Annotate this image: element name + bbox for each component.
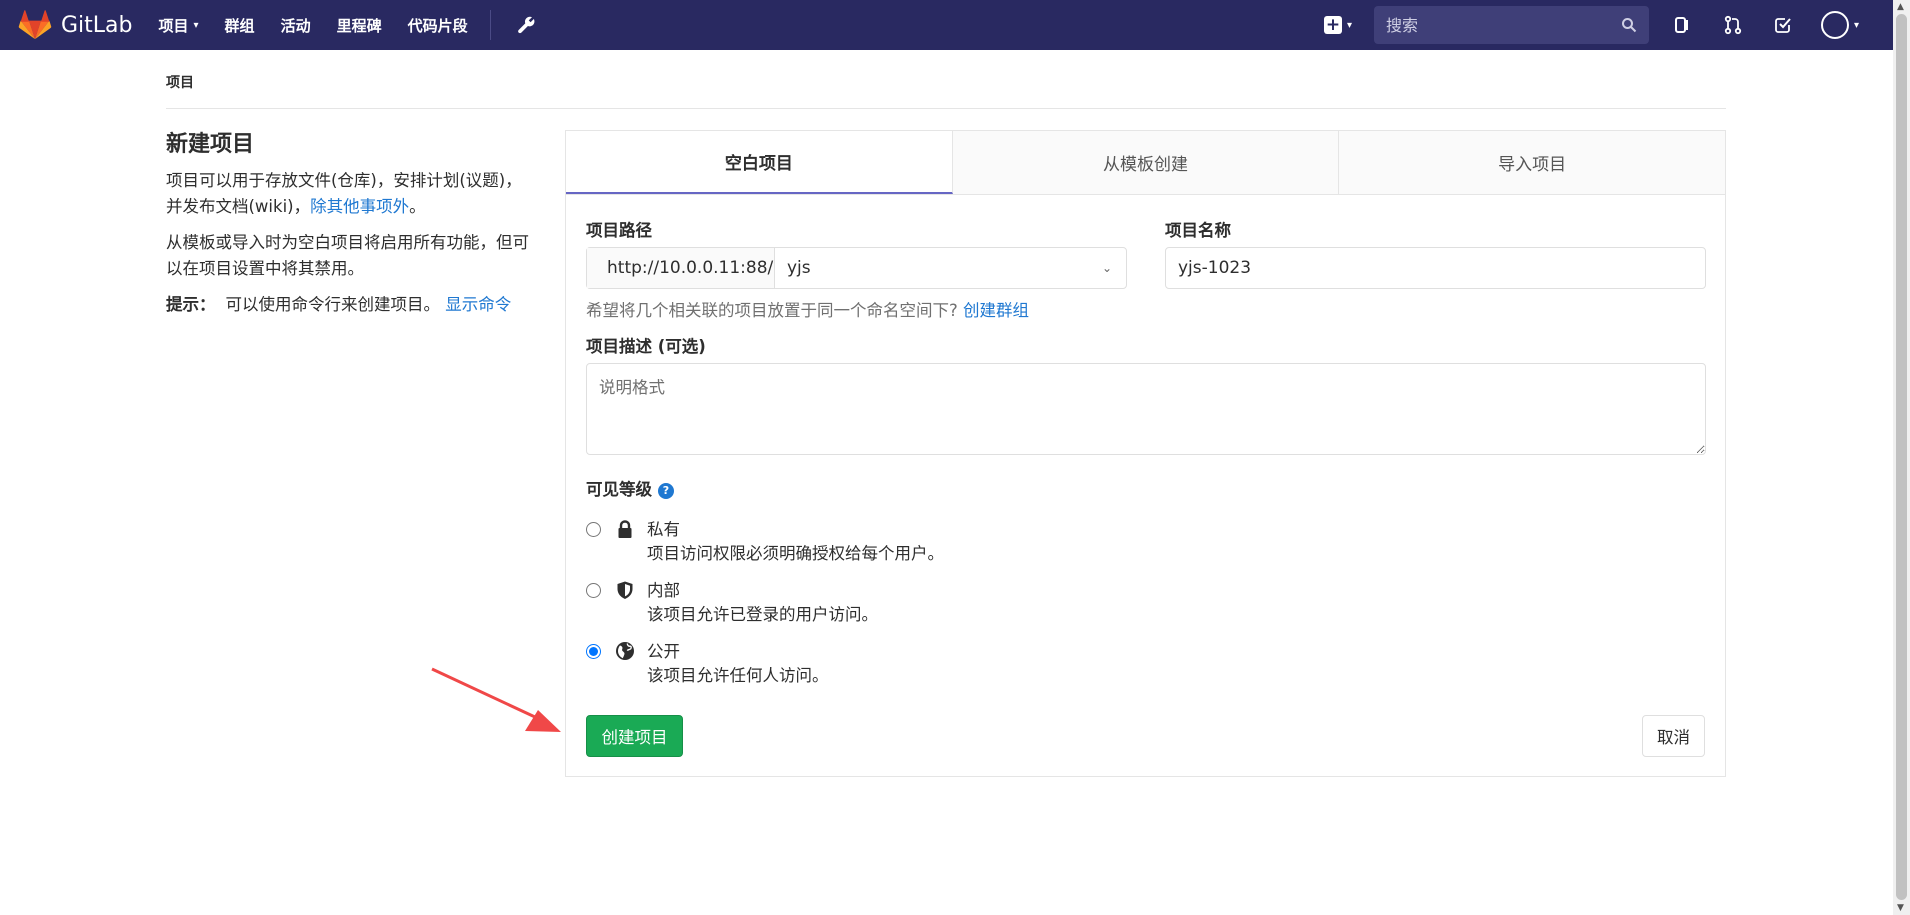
tab-import-project[interactable]: 导入项目 — [1339, 131, 1726, 194]
chevron-down-icon: ▾ — [193, 19, 199, 31]
template-note: 从模板或导入时为空白项目将启用所有功能，但可以在项目设置中将其禁用。 — [166, 233, 529, 278]
search-icon — [1621, 18, 1637, 33]
todo-check-icon — [1775, 18, 1791, 33]
annotation-arrow-icon — [431, 667, 561, 732]
intro-text-end: 。 — [409, 197, 426, 216]
chevron-down-icon: ▾ — [1853, 19, 1859, 31]
namespace-select[interactable]: yjs ⌄ — [775, 248, 1126, 288]
scroll-down-arrow-icon[interactable]: ▼ — [1897, 903, 1904, 913]
among-other-things-link[interactable]: 除其他事项外 — [310, 197, 409, 216]
todos-nav-button[interactable] — [1771, 13, 1795, 37]
merge-request-icon — [1724, 15, 1742, 35]
nav-projects[interactable]: 项目 ▾ — [159, 15, 199, 36]
project-path-group: http://10.0.0.11:88/ yjs ⌄ — [586, 247, 1127, 289]
breadcrumb-divider — [166, 108, 1726, 109]
shield-icon — [617, 581, 633, 599]
tab-create-from-template[interactable]: 从模板创建 — [952, 131, 1340, 194]
project-tabs: 空白项目 从模板创建 导入项目 — [566, 131, 1726, 195]
visibility-level-label: 可见等级? — [586, 476, 674, 500]
visibility-title-public: 公开 — [647, 642, 680, 661]
nav-activity[interactable]: 活动 — [281, 15, 311, 36]
issues-nav-button[interactable] — [1671, 13, 1695, 37]
nav-snippets[interactable]: 代码片段 — [408, 15, 468, 36]
page-intro: 新建项目 项目可以用于存放文件(仓库)，安排计划(议题)，并发布文档(wiki)… — [166, 126, 536, 328]
create-project-button[interactable]: 创建项目 — [586, 715, 683, 757]
project-path-label: 项目路径 — [586, 221, 652, 240]
page-title: 新建项目 — [166, 132, 255, 157]
show-command-link[interactable]: 显示命令 — [445, 295, 511, 314]
intro-paragraph: 项目可以用于存放文件(仓库)，安排计划(议题)，并发布文档(wiki)，除其他事… — [166, 168, 536, 220]
project-description-label: 项目描述 (可选) — [586, 337, 706, 356]
nav-groups[interactable]: 群组 — [225, 15, 255, 36]
tab-blank-project[interactable]: 空白项目 — [566, 131, 953, 194]
gitlab-logo[interactable]: GitLab — [18, 10, 133, 40]
project-path-prefix: http://10.0.0.11:88/ — [587, 248, 775, 288]
user-menu[interactable]: ▾ — [1820, 11, 1859, 39]
nav-projects-label: 项目 — [158, 16, 189, 35]
create-group-link[interactable]: 创建群组 — [963, 301, 1029, 320]
new-project-panel: 空白项目 从模板创建 导入项目 项目路径 http://10.0.0.11:88… — [565, 130, 1726, 777]
visibility-option-private[interactable]: 私有 项目访问权限必须明确授权给每个用户。 — [586, 518, 944, 566]
issues-icon — [1674, 17, 1688, 33]
project-name-input[interactable] — [1165, 247, 1706, 289]
merge-requests-nav-button[interactable] — [1721, 13, 1745, 37]
visibility-radio-private[interactable] — [586, 522, 601, 537]
visibility-title-internal: 内部 — [647, 581, 680, 600]
project-description-textarea[interactable] — [586, 363, 1706, 455]
visibility-option-internal[interactable]: 内部 该项目允许已登录的用户访问。 — [586, 579, 878, 627]
tip-text: 可以使用命令行来创建项目。 — [225, 295, 441, 314]
cancel-button[interactable]: 取消 — [1642, 715, 1705, 757]
visibility-radio-public[interactable] — [586, 644, 601, 659]
chevron-down-icon: ▾ — [1346, 19, 1352, 31]
top-navbar: GitLab 项目 ▾ 群组 活动 里程碑 代码片段 + ▾ 搜索 ▾ — [0, 0, 1893, 50]
namespace-value: yjs — [787, 258, 811, 278]
visibility-radio-internal[interactable] — [586, 583, 601, 598]
nav-milestones[interactable]: 里程碑 — [337, 15, 382, 36]
avatar — [1820, 11, 1849, 39]
tip-label: 提示： — [166, 295, 216, 314]
chevron-down-icon: ⌄ — [1101, 261, 1112, 275]
breadcrumb[interactable]: 项目 — [166, 72, 194, 92]
plus-icon: + — [1323, 14, 1342, 35]
lock-icon — [618, 520, 632, 538]
logo-text: GitLab — [61, 12, 133, 38]
globe-icon — [616, 642, 634, 660]
search-input[interactable] — [1385, 15, 1621, 35]
page-scrollbar[interactable]: ▲ ▼ — [1893, 0, 1910, 915]
wrench-icon[interactable] — [515, 14, 537, 36]
nav-divider — [489, 10, 491, 40]
visibility-desc-private: 项目访问权限必须明确授权给每个用户。 — [647, 544, 944, 563]
namespace-help-text: 希望将几个相关联的项目放置于同一个命名空间下? 创建群组 — [586, 297, 1029, 321]
project-name-label: 项目名称 — [1165, 221, 1231, 240]
visibility-level-text: 可见等级 — [586, 480, 652, 499]
visibility-title-private: 私有 — [647, 520, 680, 539]
search-box — [1373, 6, 1649, 44]
tip-paragraph: 提示： 可以使用命令行来创建项目。 显示命令 — [166, 292, 536, 318]
visibility-desc-public: 该项目允许任何人访问。 — [647, 666, 829, 685]
namespace-help-message: 希望将几个相关联的项目放置于同一个命名空间下? — [586, 301, 958, 320]
visibility-desc-internal: 该项目允许已登录的用户访问。 — [647, 605, 878, 624]
help-question-icon[interactable]: ? — [658, 482, 674, 499]
visibility-option-public[interactable]: 公开 该项目允许任何人访问。 — [586, 640, 829, 688]
scrollbar-thumb[interactable] — [1896, 14, 1907, 900]
new-item-dropdown[interactable]: + ▾ — [1323, 14, 1352, 35]
gitlab-tanuki-icon — [18, 10, 52, 40]
scroll-up-arrow-icon[interactable]: ▲ — [1897, 2, 1904, 12]
